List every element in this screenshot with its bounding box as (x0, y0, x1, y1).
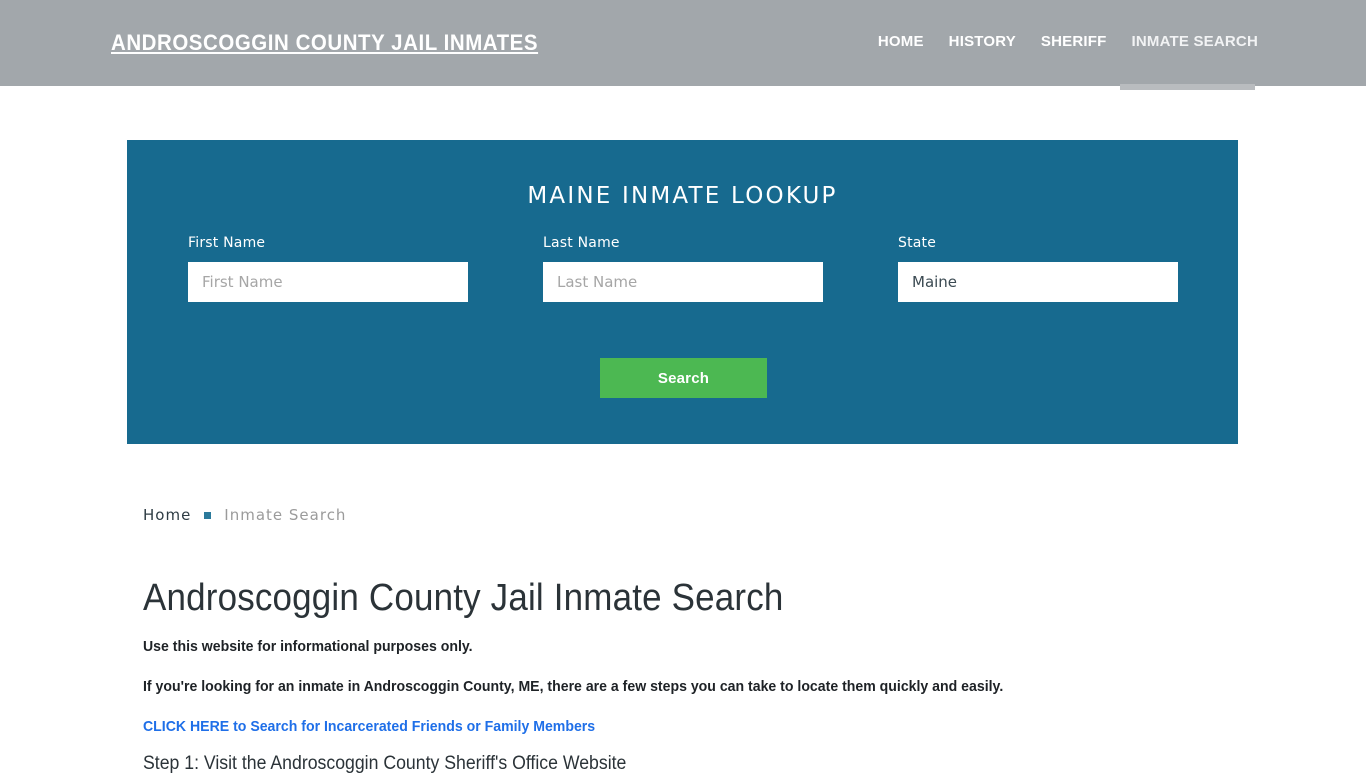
site-header: ANDROSCOGGIN COUNTY JAIL INMATES HOME HI… (0, 0, 1366, 86)
breadcrumb-current-page: Inmate Search (224, 506, 347, 524)
lookup-panel-title: MAINE INMATE LOOKUP (527, 183, 838, 209)
state-field-group: State Maine (898, 235, 1178, 302)
first-name-input[interactable] (188, 262, 468, 302)
state-label: State (898, 235, 937, 251)
inmate-search-cta-link[interactable]: CLICK HERE to Search for Incarcerated Fr… (143, 718, 595, 735)
last-name-label: Last Name (543, 235, 620, 251)
nav-item-home[interactable]: HOME (878, 33, 924, 50)
state-select[interactable]: Maine (898, 262, 1178, 302)
inmate-lookup-panel: MAINE INMATE LOOKUP First Name Last Name… (127, 140, 1238, 444)
nav-item-sheriff[interactable]: SHERIFF (1041, 33, 1107, 50)
nav-active-indicator (1120, 84, 1255, 90)
first-name-label: First Name (188, 235, 266, 251)
breadcrumb-separator-icon (204, 511, 212, 519)
step-1-heading: Step 1: Visit the Androscoggin County Sh… (143, 753, 627, 774)
nav-item-inmate-search[interactable]: INMATE SEARCH (1132, 33, 1259, 50)
breadcrumb: Home Inmate Search (143, 506, 346, 524)
page-title: Androscoggin County Jail Inmate Search (143, 577, 784, 619)
last-name-input[interactable] (543, 262, 823, 302)
last-name-field-group: Last Name (543, 235, 823, 302)
intro-paragraph: Use this website for informational purpo… (143, 638, 473, 655)
site-brand-title[interactable]: ANDROSCOGGIN COUNTY JAIL INMATES (111, 30, 538, 56)
main-content: Androscoggin County Jail Inmate Search U… (143, 577, 1223, 774)
lead-paragraph: If you're looking for an inmate in Andro… (143, 678, 1004, 695)
search-button[interactable]: Search (600, 358, 767, 398)
first-name-field-group: First Name (188, 235, 468, 302)
main-navigation: HOME HISTORY SHERIFF INMATE SEARCH (878, 33, 1258, 50)
breadcrumb-home-link[interactable]: Home (143, 506, 191, 524)
nav-item-history[interactable]: HISTORY (949, 33, 1016, 50)
